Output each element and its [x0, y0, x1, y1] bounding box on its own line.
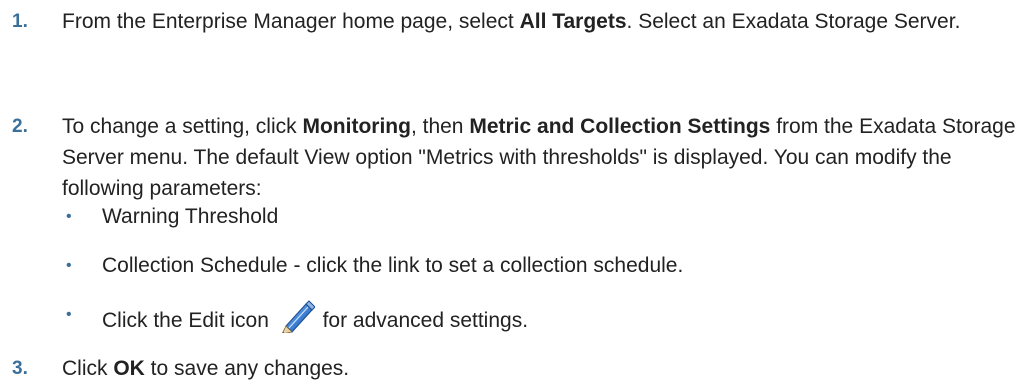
step-text: Click OK to save any changes.: [62, 353, 1017, 384]
step-number: 3.: [12, 358, 28, 379]
bullet-text-part: Click the Edit icon: [102, 309, 275, 332]
step-text-part: to save any changes.: [144, 357, 350, 380]
instruction-list: 1. From the Enterprise Manager home page…: [0, 0, 1022, 392]
step-text-part: Click: [62, 357, 114, 380]
step-number: 2.: [12, 116, 28, 137]
step-text-part: , then: [410, 115, 470, 138]
step-number: 1.: [12, 11, 28, 32]
bullet-text: Collection Schedule - click the link to …: [102, 254, 684, 277]
step-text: To change a setting, click Monitoring, t…: [62, 111, 1017, 204]
ui-term-monitoring: Monitoring: [302, 115, 411, 138]
bullet-text-part: for advanced settings.: [316, 309, 529, 332]
bullet-marker: •: [66, 306, 72, 323]
ui-term-ok: OK: [113, 357, 145, 380]
bullet-marker: •: [66, 208, 72, 225]
pencil-edit-icon: [277, 299, 316, 335]
bullet-marker: •: [66, 257, 72, 274]
step-text: From the Enterprise Manager home page, s…: [62, 6, 1017, 37]
step-text-part: To change a setting, click: [62, 115, 303, 138]
ui-term-all-targets: All Targets: [519, 10, 627, 33]
bullet-text: Warning Threshold: [102, 205, 279, 228]
ui-term-metric-collection-settings: Metric and Collection Settings: [469, 115, 771, 138]
step-text-part: . Select an Exadata Storage Server.: [626, 10, 961, 33]
bullet-text: Click the Edit icon for advanced setting…: [102, 299, 528, 336]
step-text-part: From the Enterprise Manager home page, s…: [62, 10, 520, 33]
